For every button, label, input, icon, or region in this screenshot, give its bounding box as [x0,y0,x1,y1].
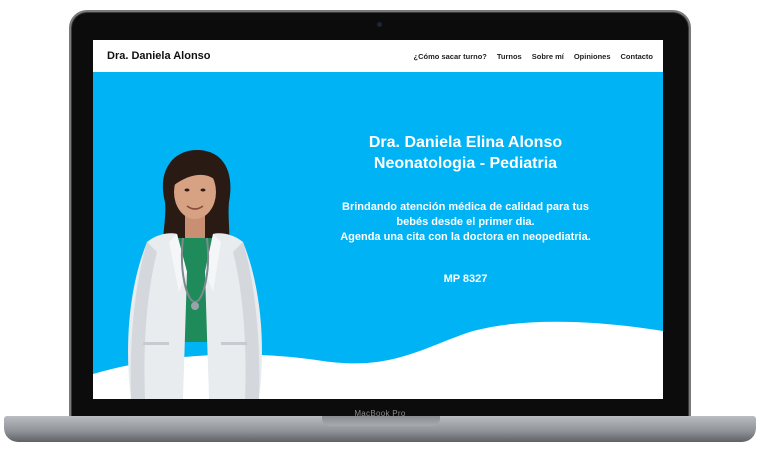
nav-link-turnos[interactable]: Turnos [497,52,522,61]
camera-icon [377,22,382,27]
hero-section: Dra. Daniela Elina Alonso Neonatologia -… [93,72,663,399]
nav-link-sobre-mi[interactable]: Sobre mí [532,52,564,61]
laptop-model-label: MacBook Pro [354,409,406,418]
nav-link-como-sacar-turno[interactable]: ¿Cómo sacar turno? [414,52,487,61]
site-header: Dra. Daniela Alonso ¿Cómo sacar turno? T… [93,40,663,72]
hero-description: Brindando atención médica de calidad par… [293,200,638,245]
hero-content: Dra. Daniela Elina Alonso Neonatologia -… [293,132,638,285]
nav-link-contacto[interactable]: Contacto [621,52,654,61]
hero-title-specialty: Neonatologia - Pediatria [373,155,558,172]
laptop-screen: Dra. Daniela Alonso ¿Cómo sacar turno? T… [93,40,663,399]
main-nav: ¿Cómo sacar turno? Turnos Sobre mí Opini… [414,52,653,61]
hero-title: Dra. Daniela Elina Alonso Neonatologia -… [293,132,638,174]
hero-desc-line-2: bebés desde el primer dia. [396,216,535,228]
hero-desc-line-1: Brindando atención médica de calidad par… [342,201,589,213]
laptop-base [4,416,756,442]
site-brand[interactable]: Dra. Daniela Alonso [107,50,211,62]
medical-license: MP 8327 [443,273,488,285]
doctor-photo [128,150,262,399]
hero-title-name: Dra. Daniela Elina Alonso [368,134,563,151]
nav-link-opiniones[interactable]: Opiniones [574,52,611,61]
hero-desc-line-3: Agenda una cita con la doctora en neoped… [340,231,591,243]
laptop-mockup: Dra. Daniela Alonso ¿Cómo sacar turno? T… [0,0,760,460]
